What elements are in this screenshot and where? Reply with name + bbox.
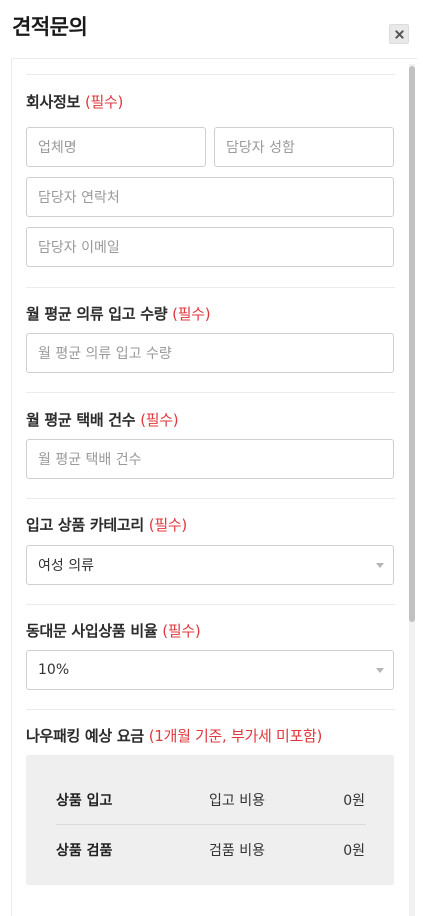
category-selected-value: 여성 의류 (38, 558, 94, 574)
manager-name-field[interactable]: 담당자 성함 (214, 127, 394, 167)
estimate-table: 상품 입고 입고 비용 0원 상품 검품 검품 비용 0원 (26, 755, 394, 885)
dongdaemun-ratio-label: 동대문 사입상품 비율 (필수) (26, 620, 201, 641)
divider (26, 498, 395, 499)
estimate-item-name: 상품 검품 (56, 843, 113, 859)
clothing-volume-label: 월 평균 의류 입고 수량 (필수) (26, 303, 211, 324)
estimate-note: (1개월 기준, 부가세 미포함) (148, 727, 323, 745)
estimate-title: 나우패킹 예상 요금 (26, 727, 144, 745)
page-title: 견적문의 (12, 15, 88, 39)
delivery-count-title: 월 평균 택배 건수 (26, 411, 136, 429)
divider (26, 392, 395, 393)
clothing-volume-field[interactable]: 월 평균 의류 입고 수량 (26, 333, 394, 373)
category-select[interactable]: 여성 의류 (26, 545, 394, 585)
divider (26, 74, 395, 75)
category-title: 입고 상품 카테고리 (26, 516, 144, 534)
required-mark: (필수) (162, 622, 201, 640)
dongdaemun-ratio-selected-value: 10% (38, 662, 70, 678)
chevron-down-icon (376, 563, 384, 568)
dongdaemun-ratio-title: 동대문 사입상품 비율 (26, 622, 158, 640)
company-info-label: 회사정보 (필수) (26, 91, 123, 112)
required-mark: (필수) (172, 305, 211, 323)
divider (26, 287, 395, 288)
divider (26, 709, 395, 710)
estimate-cost-value: 0원 (343, 793, 365, 809)
clothing-volume-title: 월 평균 의류 입고 수량 (26, 305, 168, 323)
chevron-down-icon (376, 668, 384, 673)
close-button[interactable] (389, 24, 409, 44)
category-label: 입고 상품 카테고리 (필수) (26, 514, 187, 535)
manager-phone-field[interactable]: 담당자 연락처 (26, 177, 394, 217)
scrollbar-thumb[interactable] (409, 66, 415, 622)
estimate-cost-label: 검품 비용 (209, 843, 265, 859)
company-name-field[interactable]: 업체명 (26, 127, 206, 167)
estimate-cost-label: 입고 비용 (209, 793, 265, 809)
close-icon (394, 29, 404, 39)
manager-email-field[interactable]: 담당자 이메일 (26, 227, 394, 267)
estimate-item-name: 상품 입고 (56, 793, 113, 809)
required-mark: (필수) (148, 516, 187, 534)
dongdaemun-ratio-select[interactable]: 10% (26, 650, 394, 690)
estimate-row: 상품 입고 입고 비용 0원 (56, 774, 366, 824)
delivery-count-field[interactable]: 월 평균 택배 건수 (26, 439, 394, 479)
delivery-count-label: 월 평균 택배 건수 (필수) (26, 409, 179, 430)
modal-header: 견적문의 (0, 0, 423, 58)
required-mark: (필수) (140, 411, 179, 429)
estimate-label: 나우패킹 예상 요금 (1개월 기준, 부가세 미포함) (26, 725, 322, 746)
required-mark: (필수) (84, 93, 124, 111)
divider (26, 604, 395, 605)
estimate-cost-value: 0원 (343, 843, 365, 859)
company-info-title: 회사정보 (26, 93, 81, 111)
estimate-row: 상품 검품 검품 비용 0원 (56, 824, 366, 874)
